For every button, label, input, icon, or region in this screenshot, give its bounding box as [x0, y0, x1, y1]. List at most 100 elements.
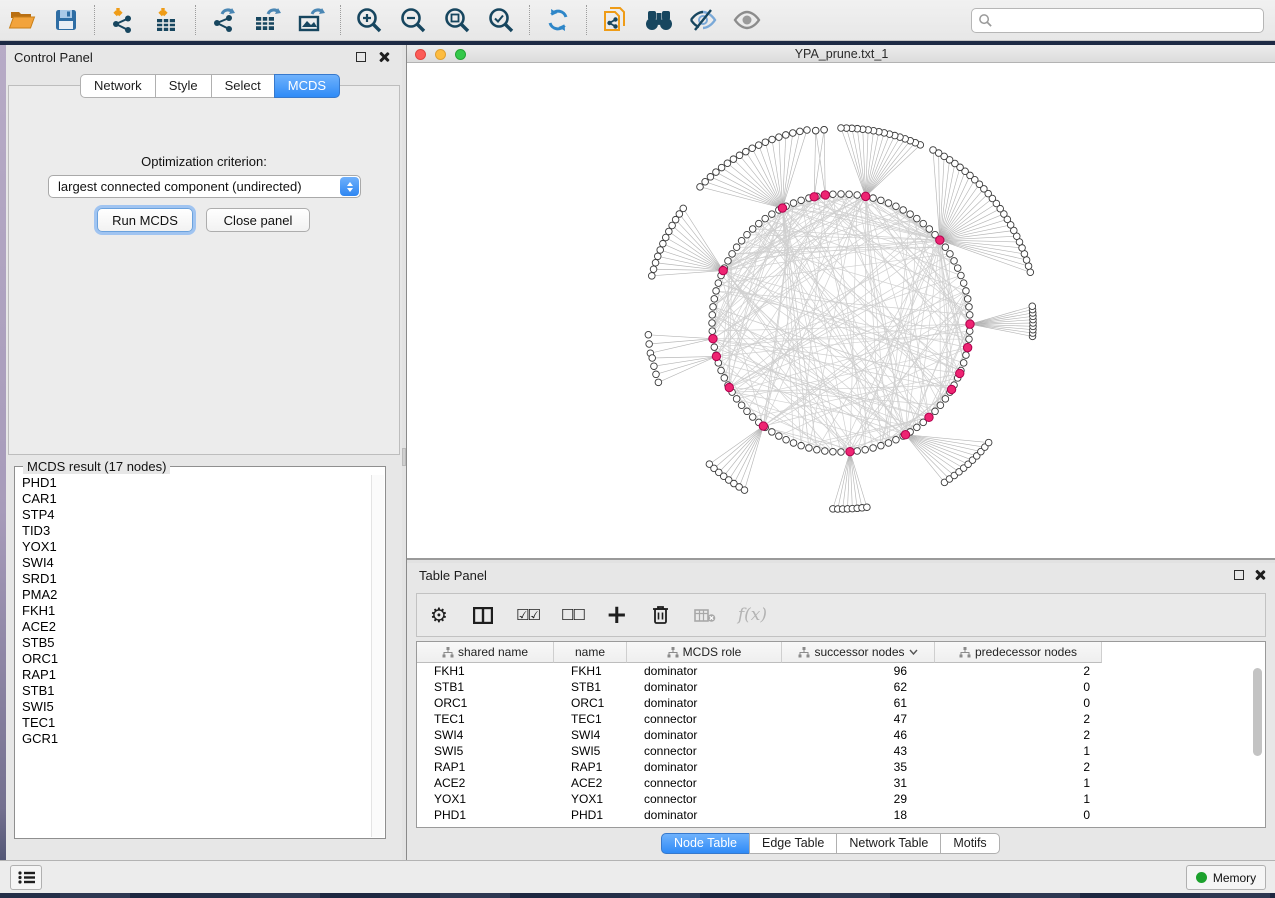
zoom-out-button[interactable]: [394, 3, 432, 37]
search-network-button[interactable]: [640, 3, 678, 37]
cytoscape-app: Control Panel NetworkStyleSelectMCDS Opt…: [0, 0, 1275, 898]
table-tab-edge-table[interactable]: Edge Table: [749, 833, 837, 854]
column-label: predecessor nodes: [975, 645, 1077, 659]
table-cell: dominator: [627, 679, 782, 695]
table-settings-button[interactable]: ⚙: [428, 601, 450, 629]
refresh-button[interactable]: [539, 3, 577, 37]
table-tab-motifs[interactable]: Motifs: [940, 833, 999, 854]
zoom-selected-button[interactable]: [482, 3, 520, 37]
tab-style[interactable]: Style: [155, 74, 212, 98]
refresh-icon: [545, 7, 571, 33]
attribute-tree-icon: [667, 647, 679, 658]
mcds-result-item[interactable]: PHD1: [16, 475, 371, 491]
criterion-dropdown[interactable]: largest connected component (undirected): [48, 175, 361, 198]
zoom-fit-button[interactable]: [438, 3, 476, 37]
column-header-MCDS-role[interactable]: MCDS role: [627, 642, 782, 663]
table-cell: dominator: [627, 663, 782, 679]
mcds-result-item[interactable]: TID3: [16, 523, 371, 539]
add-column-button[interactable]: +: [606, 601, 628, 629]
mcds-result-item[interactable]: CAR1: [16, 491, 371, 507]
zoom-out-icon: [399, 6, 427, 34]
mcds-result-item[interactable]: ORC1: [16, 651, 371, 667]
export-image-button[interactable]: [293, 3, 331, 37]
mcds-list-scrollbar[interactable]: [371, 475, 384, 837]
save-session-button[interactable]: [47, 3, 85, 37]
table-row[interactable]: FKH1FKH1dominator962: [417, 663, 1265, 679]
table-row[interactable]: YOX1YOX1connector291: [417, 791, 1265, 807]
table-row[interactable]: TEC1TEC1connector472: [417, 711, 1265, 727]
close-table-panel-icon[interactable]: [1254, 569, 1266, 581]
show-columns-button[interactable]: [472, 601, 494, 629]
mcds-result-item[interactable]: ACE2: [16, 619, 371, 635]
show-all-button[interactable]: [728, 3, 766, 37]
column-label: shared name: [458, 645, 528, 659]
mcds-result-item[interactable]: SRD1: [16, 571, 371, 587]
network-canvas[interactable]: [407, 63, 1275, 560]
mcds-result-item[interactable]: STB5: [16, 635, 371, 651]
run-mcds-button[interactable]: Run MCDS: [97, 208, 193, 232]
import-table-button[interactable]: [148, 3, 186, 37]
column-header-predecessor-nodes[interactable]: predecessor nodes: [935, 642, 1102, 663]
mcds-result-item[interactable]: GCR1: [16, 731, 371, 747]
tab-mcds[interactable]: MCDS: [274, 74, 340, 98]
table-row[interactable]: ORC1ORC1dominator610: [417, 695, 1265, 711]
import-network-button[interactable]: [104, 3, 142, 37]
main-toolbar: [0, 0, 1275, 41]
mcds-result-item[interactable]: RAP1: [16, 667, 371, 683]
new-network-from-selection-button[interactable]: [596, 3, 634, 37]
columns-icon: [473, 607, 493, 624]
column-header-shared-name[interactable]: shared name: [417, 642, 554, 663]
table-row[interactable]: SWI5SWI5connector431: [417, 743, 1265, 759]
workspace-column: YPA_prune.txt_1 Table Panel ⚙: [406, 45, 1275, 860]
table-row[interactable]: PHD1PHD1dominator180: [417, 807, 1265, 823]
delete-column-button[interactable]: [650, 601, 672, 629]
mcds-result-item[interactable]: STB1: [16, 683, 371, 699]
save-icon: [54, 8, 78, 32]
search-input[interactable]: [993, 11, 1263, 31]
export-network-button[interactable]: [205, 3, 243, 37]
mcds-result-item[interactable]: PMA2: [16, 587, 371, 603]
deselect-all-button[interactable]: ☐☐: [561, 601, 584, 629]
column-header-name[interactable]: name: [554, 642, 627, 663]
tab-select[interactable]: Select: [211, 74, 275, 98]
hide-selection-button[interactable]: [684, 3, 722, 37]
tab-network[interactable]: Network: [80, 74, 156, 98]
table-cell: 2: [935, 663, 1102, 679]
mcds-result-item[interactable]: TEC1: [16, 715, 371, 731]
open-session-button[interactable]: [3, 3, 41, 37]
export-table-button[interactable]: [249, 3, 287, 37]
task-history-button[interactable]: [10, 865, 42, 890]
table-cell: 1: [935, 791, 1102, 807]
table-cell: FKH1: [417, 663, 554, 679]
table-tab-network-table[interactable]: Network Table: [836, 833, 941, 854]
mcds-result-item[interactable]: FKH1: [16, 603, 371, 619]
toolbar-separator: [340, 5, 341, 35]
close-panel-button[interactable]: Close panel: [206, 208, 310, 232]
delete-table-button[interactable]: [694, 601, 716, 629]
zoom-in-button[interactable]: [350, 3, 388, 37]
float-table-panel-icon[interactable]: [1234, 570, 1244, 580]
column-header-successor-nodes[interactable]: successor nodes: [782, 642, 935, 663]
table-row[interactable]: RAP1RAP1dominator352: [417, 759, 1265, 775]
table-cell: SWI5: [554, 743, 627, 759]
float-panel-icon[interactable]: [356, 52, 366, 62]
table-row[interactable]: ACE2ACE2connector311: [417, 775, 1265, 791]
select-all-button[interactable]: ☑☑: [516, 601, 539, 629]
table-cell: TEC1: [417, 711, 554, 727]
mcds-result-item[interactable]: SWI4: [16, 555, 371, 571]
table-cell: PHD1: [554, 807, 627, 823]
close-panel-icon[interactable]: [378, 51, 390, 63]
binoculars-icon: [644, 8, 674, 32]
mcds-result-item[interactable]: YOX1: [16, 539, 371, 555]
table-row[interactable]: STB1STB1dominator620: [417, 679, 1265, 695]
memory-button[interactable]: Memory: [1186, 865, 1266, 890]
table-scrollbar-thumb[interactable]: [1253, 668, 1262, 756]
table-cell: PHD1: [417, 807, 554, 823]
table-row[interactable]: SWI4SWI4dominator462: [417, 727, 1265, 743]
function-builder-button[interactable]: f(x): [738, 601, 767, 629]
mcds-result-item[interactable]: STP4: [16, 507, 371, 523]
table-cell: 43: [782, 743, 935, 759]
network-window-titlebar[interactable]: YPA_prune.txt_1: [407, 45, 1275, 63]
table-tab-node-table[interactable]: Node Table: [661, 833, 750, 854]
mcds-result-item[interactable]: SWI5: [16, 699, 371, 715]
